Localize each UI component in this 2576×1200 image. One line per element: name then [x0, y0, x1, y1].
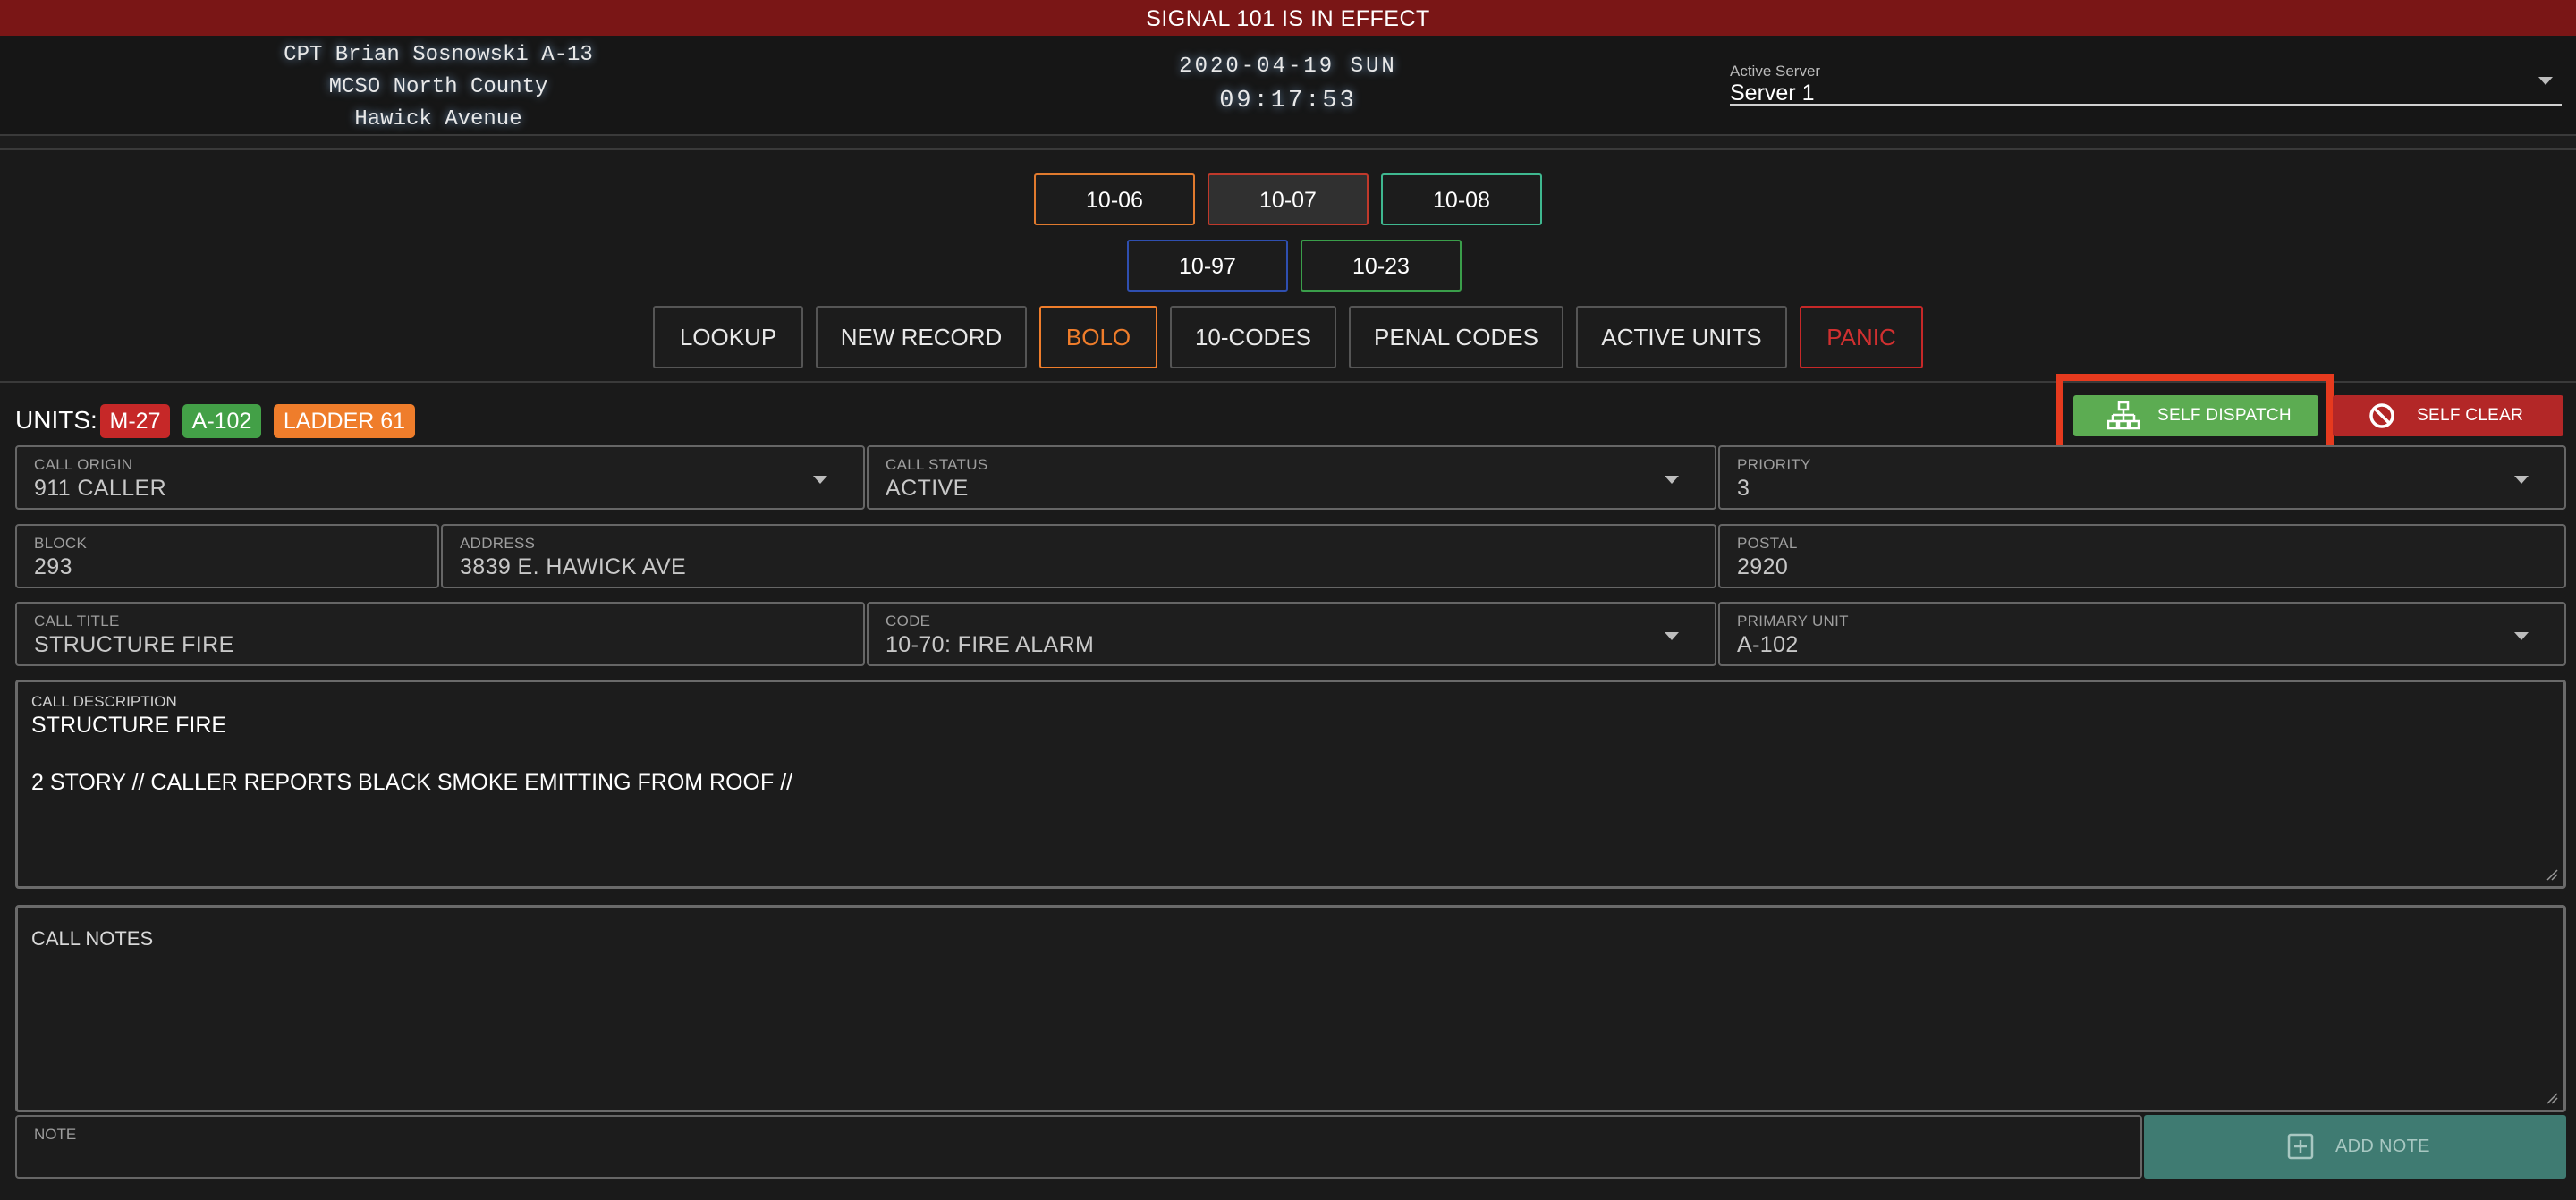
postal-value: 2920	[1737, 554, 1789, 579]
primary-unit-label: PRIMARY UNIT	[1737, 613, 1849, 630]
block-icon	[2369, 403, 2394, 428]
status-button-10-97[interactable]: 10-97	[1127, 240, 1288, 292]
unit-badge-ladder-61[interactable]: LADDER 61	[274, 404, 415, 438]
postal-label: POSTAL	[1737, 535, 1798, 552]
chevron-down-icon	[1665, 632, 1679, 640]
note-label: NOTE	[34, 1126, 77, 1143]
active-units-button[interactable]: ACTIVE UNITS	[1576, 306, 1787, 368]
call-description-line: STRUCTURE FIRE	[31, 713, 227, 738]
unit-badge-a-102[interactable]: A-102	[182, 404, 261, 438]
panic-button[interactable]: PANIC	[1800, 306, 1923, 368]
note-input[interactable]: NOTE	[15, 1115, 2142, 1179]
call-title-value: STRUCTURE FIRE	[34, 632, 234, 657]
officer-name: CPT Brian Sosnowski A-13	[284, 43, 593, 67]
priority-value: 3	[1737, 476, 1750, 501]
officer-agency: MCSO North County	[328, 75, 548, 99]
address-value: 3839 E. HAWICK AVE	[460, 554, 687, 579]
priority-label: PRIORITY	[1737, 456, 1811, 473]
status-button-10-06[interactable]: 10-06	[1034, 173, 1195, 225]
self-clear-button[interactable]: SELF CLEAR	[2333, 395, 2563, 436]
units-label: UNITS:	[15, 406, 97, 434]
call-notes-area[interactable]: CALL NOTES	[15, 905, 2566, 1112]
call-description-line: 2 STORY // CALLER REPORTS BLACK SMOKE EM…	[31, 770, 793, 795]
ten-codes-button[interactable]: 10-CODES	[1170, 306, 1336, 368]
call-description-label: CALL DESCRIPTION	[31, 693, 177, 710]
call-title-field[interactable]: CALL TITLE STRUCTURE FIRE	[15, 602, 865, 666]
bolo-button[interactable]: BOLO	[1039, 306, 1157, 368]
chevron-down-icon	[1665, 476, 1679, 484]
network-icon	[2107, 401, 2140, 430]
signal-banner: SIGNAL 101 IS IN EFFECT	[0, 0, 2576, 36]
lookup-button[interactable]: LOOKUP	[653, 306, 803, 368]
add-note-label: ADD NOTE	[2335, 1137, 2430, 1156]
clock-date: 2020-04-19 SUN	[1179, 55, 1397, 79]
resize-grip-icon[interactable]	[2546, 868, 2558, 881]
block-field[interactable]: BLOCK 293	[15, 524, 439, 588]
code-value: 10-70: FIRE ALARM	[886, 632, 1095, 657]
chevron-down-icon	[2538, 77, 2553, 85]
call-origin-label: CALL ORIGIN	[34, 456, 133, 473]
resize-grip-icon[interactable]	[2546, 1092, 2558, 1104]
code-select[interactable]: CODE 10-70: FIRE ALARM	[867, 602, 1716, 666]
self-dispatch-label: SELF DISPATCH	[2157, 406, 2292, 425]
officer-location: Hawick Avenue	[354, 107, 522, 131]
call-origin-value: 911 CALLER	[34, 476, 167, 501]
block-value: 293	[34, 554, 72, 579]
call-status-label: CALL STATUS	[886, 456, 988, 473]
header: CPT Brian Sosnowski A-13 MCSO North Coun…	[0, 36, 2576, 136]
active-server-label: Active Server	[1730, 63, 1821, 80]
code-label: CODE	[886, 613, 931, 630]
address-field[interactable]: ADDRESS 3839 E. HAWICK AVE	[441, 524, 1716, 588]
primary-unit-value: A-102	[1737, 632, 1799, 657]
status-button-10-08[interactable]: 10-08	[1381, 173, 1542, 225]
primary-unit-select[interactable]: PRIMARY UNIT A-102	[1718, 602, 2566, 666]
postal-field[interactable]: POSTAL 2920	[1718, 524, 2566, 588]
call-title-label: CALL TITLE	[34, 613, 120, 630]
call-status-select[interactable]: CALL STATUS ACTIVE	[867, 445, 1716, 510]
chevron-down-icon	[2514, 476, 2529, 484]
penal-codes-button[interactable]: PENAL CODES	[1349, 306, 1563, 368]
call-status-value: ACTIVE	[886, 476, 969, 501]
active-server-select[interactable]: Active Server Server 1	[1730, 59, 2562, 106]
chevron-down-icon	[813, 476, 827, 484]
unit-badge-m-27[interactable]: M-27	[100, 404, 170, 438]
clock-time: 09:17:53	[1219, 88, 1357, 114]
call-notes-label: CALL NOTES	[31, 927, 154, 950]
priority-select[interactable]: PRIORITY 3	[1718, 445, 2566, 510]
address-label: ADDRESS	[460, 535, 536, 552]
block-label: BLOCK	[34, 535, 88, 552]
status-button-10-07[interactable]: 10-07	[1208, 173, 1368, 225]
active-server-value: Server 1	[1730, 80, 1815, 106]
add-note-button[interactable]: ADD NOTE	[2144, 1115, 2566, 1179]
chevron-down-icon	[2514, 632, 2529, 640]
self-dispatch-button[interactable]: SELF DISPATCH	[2073, 395, 2318, 436]
call-description-textarea[interactable]: CALL DESCRIPTION STRUCTURE FIRE 2 STORY …	[15, 680, 2566, 889]
new-record-button[interactable]: NEW RECORD	[816, 306, 1027, 368]
clock: 2020-04-19 SUN 09:17:53	[1109, 50, 1467, 118]
call-origin-select[interactable]: CALL ORIGIN 911 CALLER	[15, 445, 865, 510]
header-divider	[0, 136, 2576, 150]
plus-square-icon	[2287, 1133, 2314, 1160]
officer-info: CPT Brian Sosnowski A-13 MCSO North Coun…	[224, 39, 653, 136]
status-button-10-23[interactable]: 10-23	[1301, 240, 1462, 292]
self-clear-label: SELF CLEAR	[2417, 406, 2524, 425]
